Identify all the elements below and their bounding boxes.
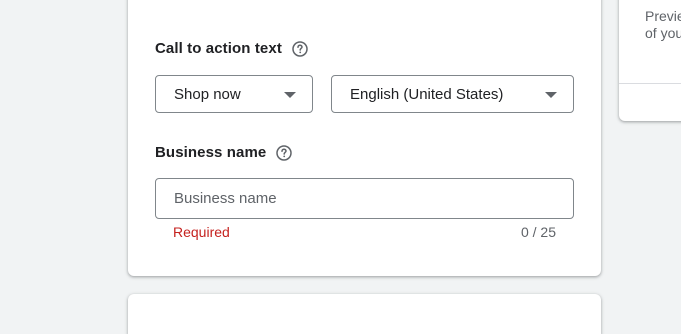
language-select[interactable]: English (United States) [331,75,574,113]
preview-divider [619,83,681,84]
preview-description: Previe of you [645,8,681,42]
help-circle-icon[interactable] [292,40,308,57]
preview-card: Previe of you [619,0,681,121]
business-name-label: Business name [155,144,267,161]
dropdown-arrow-icon [284,92,296,98]
cta-label: Call to action text [155,40,282,57]
next-section-card [128,294,601,334]
business-name-input[interactable] [174,179,554,218]
business-name-label-row: Business name [155,144,293,161]
business-name-char-counter: 0 / 25 [520,224,556,240]
preview-line-1: Previe [645,8,681,24]
cta-label-row: Call to action text [155,40,308,57]
cta-select[interactable]: Shop now [155,75,313,113]
dropdown-arrow-icon [545,92,557,98]
business-name-error: Required [173,224,230,240]
help-circle-icon[interactable] [276,144,293,161]
language-select-value: English (United States) [350,85,504,103]
cta-select-value: Shop now [174,85,241,103]
preview-line-2: of you [645,25,681,41]
business-name-field[interactable] [155,178,574,219]
